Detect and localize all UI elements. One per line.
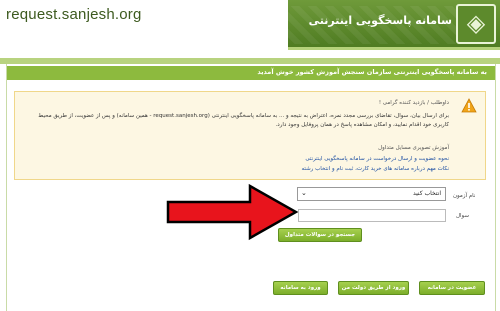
notice-paragraph: برای ارسال بیان، سوال، تقاضای بررسی مجدد… — [38, 113, 449, 128]
notice-greeting: داوطلب / بازدید کننده گرامی ! — [378, 100, 449, 106]
site-header: request.sanjesh.org سامانه پاسخگویی اینت… — [0, 0, 500, 58]
exam-select[interactable]: انتخاب کنید ⌄ — [297, 187, 446, 201]
site-banner: سامانه پاسخگویی اینترنتی ◈ — [288, 0, 500, 50]
logo-icon: ◈ — [456, 4, 496, 44]
exam-select-value: انتخاب کنید — [412, 190, 441, 197]
search-faq-button[interactable]: جستجو در سوالات متداول — [278, 228, 362, 242]
tips-title: آموزش تصویری مسایل متداول — [378, 145, 449, 151]
welcome-text: به سامانه پاسخگویی اینترنتی سازمان سنجش … — [257, 68, 487, 76]
enter-system-button[interactable]: ورود به سامانه — [273, 281, 328, 295]
register-button[interactable]: عضویت در سامانه — [419, 281, 485, 295]
site-url: request.sanjesh.org — [6, 6, 142, 23]
chevron-down-icon: ⌄ — [301, 189, 307, 197]
warning-icon — [461, 98, 477, 113]
tip-link-membership[interactable]: نحوه عضویت و ارسال درخواست در سامانه پاس… — [305, 156, 449, 162]
question-label: سوال — [456, 213, 469, 219]
question-input[interactable] — [298, 209, 446, 222]
gov-login-button[interactable]: ورود از طریق دولت من — [338, 281, 409, 295]
exam-label: نام آزمون — [453, 193, 476, 199]
notice-box: داوطلب / بازدید کننده گرامی ! برای ارسال… — [14, 91, 486, 180]
tip-link-card-registration[interactable]: نکات مهم درباره سامانه های خرید کارت، ثب… — [301, 166, 449, 172]
banner-title: سامانه پاسخگویی اینترنتی — [308, 14, 452, 27]
welcome-bar: به سامانه پاسخگویی اینترنتی سازمان سنجش … — [7, 66, 495, 80]
